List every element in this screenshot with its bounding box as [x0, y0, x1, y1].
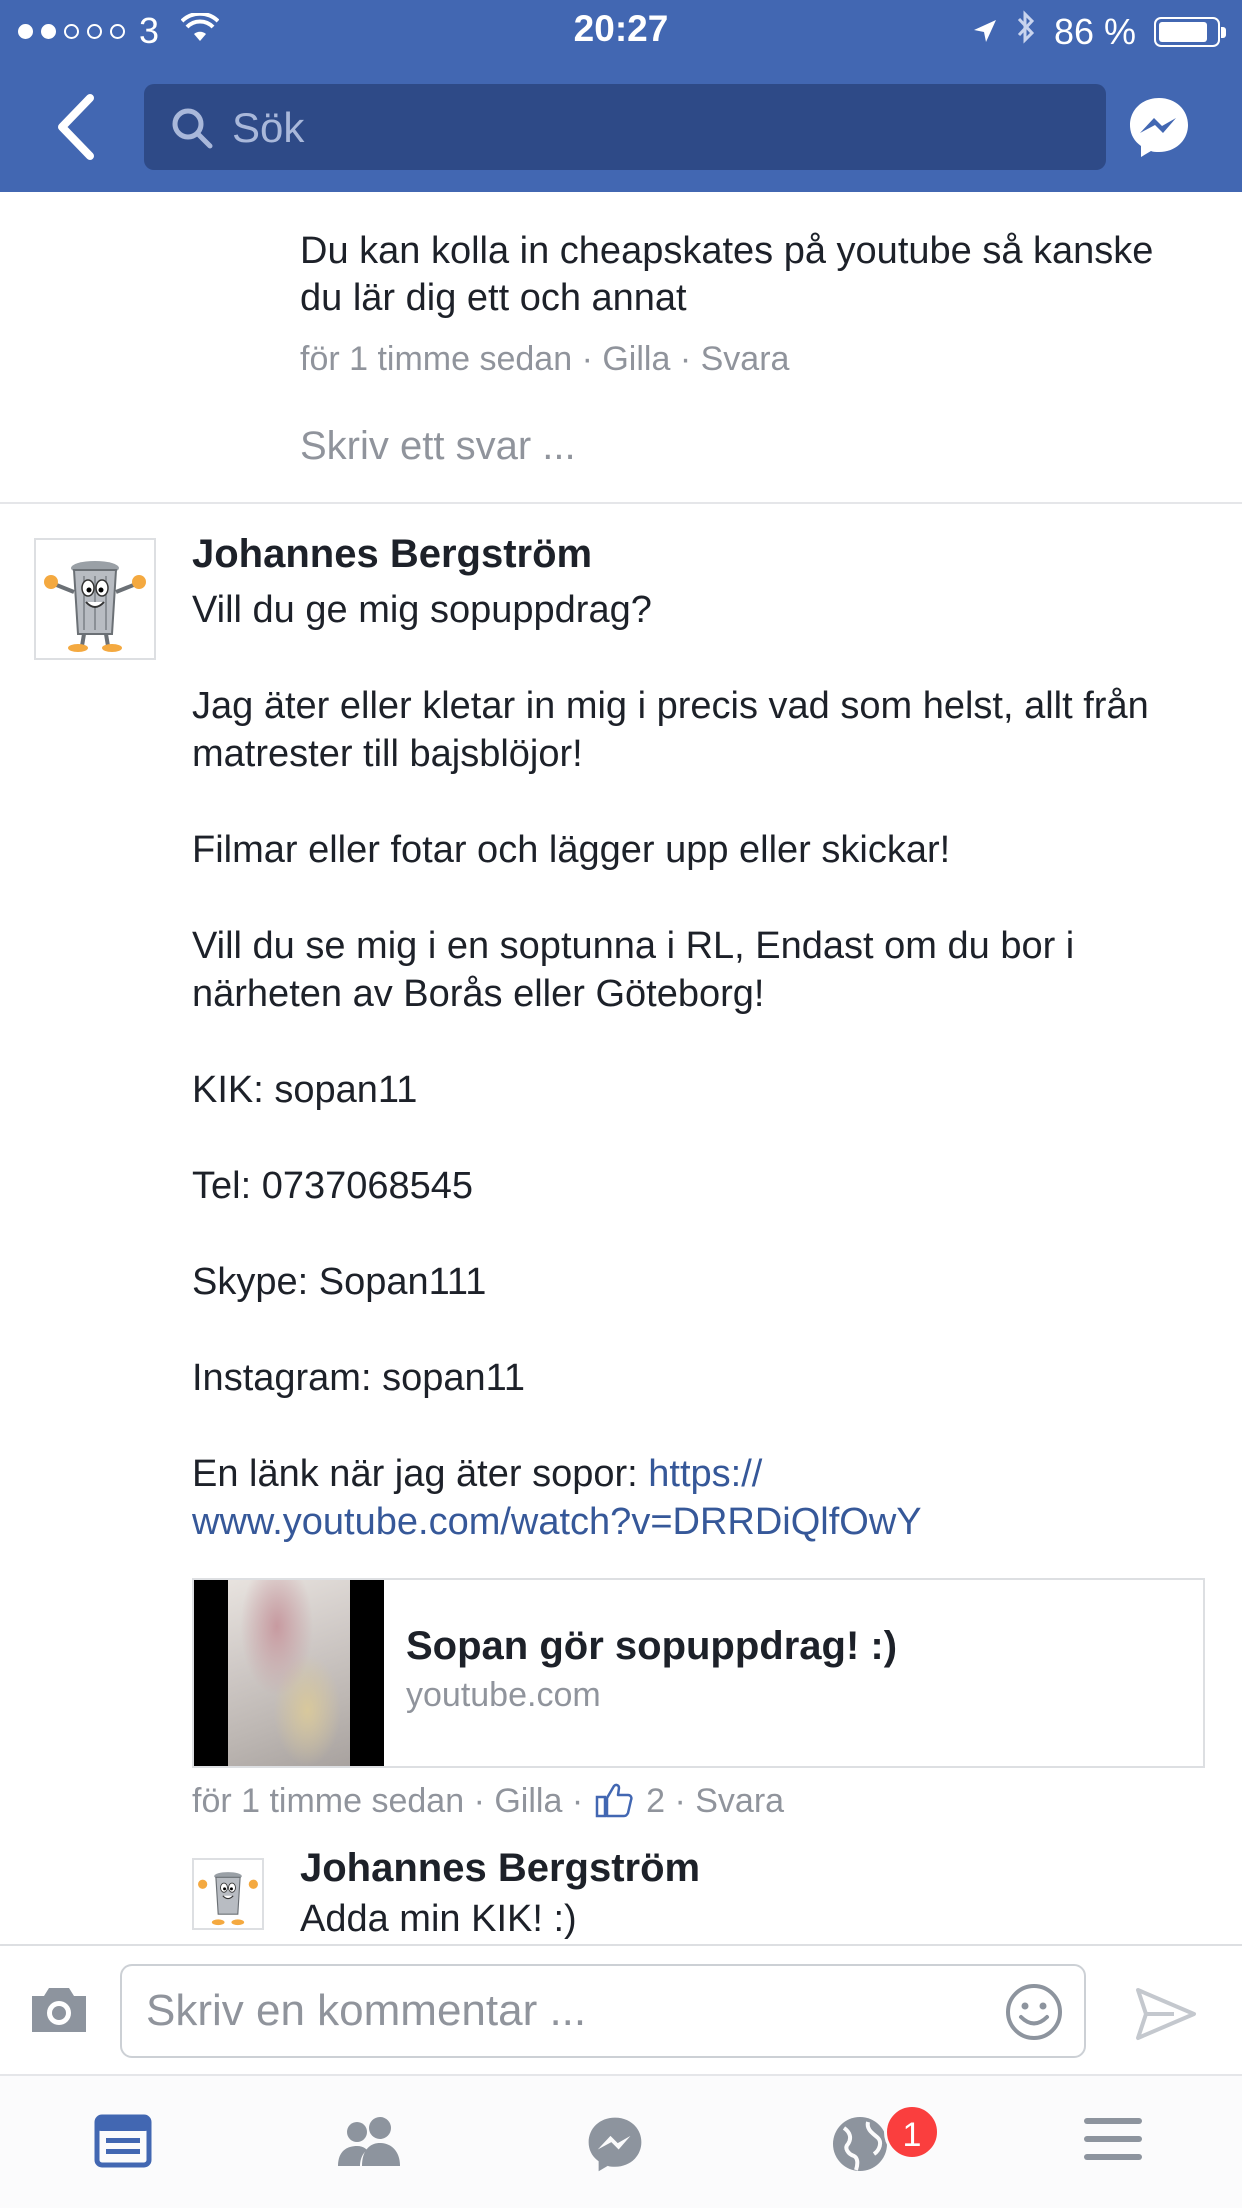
camera-icon: [32, 1988, 86, 2032]
avatar[interactable]: [192, 1858, 264, 1930]
comment-paragraph: Skype: Sopan111: [192, 1261, 487, 1303]
notification-badge: 1: [884, 2104, 940, 2160]
camera-button[interactable]: [28, 1984, 90, 2041]
reply-link[interactable]: Svara: [695, 1782, 784, 1820]
top-bar: 3 20:27 86 % Sök: [0, 0, 1242, 192]
comment-paragraph: Vill du se mig i en soptunna i RL, Endas…: [192, 925, 1075, 1015]
back-button[interactable]: [52, 92, 102, 162]
divider: [0, 502, 1242, 504]
youtube-url-link[interactable]: https://: [648, 1453, 762, 1495]
thumbs-up-icon: [595, 1782, 633, 1827]
send-button[interactable]: [1134, 1986, 1198, 2047]
hamburger-menu-icon: [1084, 2118, 1142, 2160]
video-thumbnail: [194, 1580, 384, 1766]
battery-percent: 86 %: [1053, 10, 1136, 52]
comment-composer: Skriv en kommentar ...: [0, 1944, 1242, 2074]
chevron-left-icon: [58, 94, 94, 160]
battery-icon: [1154, 16, 1226, 47]
globe-icon: [833, 2117, 887, 2171]
comment-paragraph: Jag äter eller kletar in mig i precis va…: [192, 685, 1149, 775]
write-reply-field[interactable]: Skriv ett svar ...: [300, 424, 576, 469]
news-feed-icon: [94, 2114, 152, 2168]
tab-friends[interactable]: [334, 2114, 404, 2173]
messenger-button[interactable]: [1126, 94, 1192, 160]
status-bar: 3 20:27 86 %: [0, 0, 1242, 62]
comment-paragraph: Instagram: sopan11: [192, 1357, 526, 1399]
comments-thread: Du kan kolla in cheapskates på youtube s…: [0, 192, 1242, 1944]
comment-timestamp: för 1 timme sedan: [192, 1782, 465, 1820]
comment-paragraph: Tel: 0737068545: [192, 1165, 474, 1207]
comment-link-paragraph: En länk när jag äter sopor: https:// www.…: [192, 1450, 1222, 1546]
trash-can-mascot-icon: [194, 1860, 262, 1928]
reply-meta: för 1 timme sedan · Gilla · Svara: [300, 340, 790, 378]
emoji-button[interactable]: [1004, 1982, 1064, 2047]
link-preview-domain: youtube.com: [406, 1676, 601, 1714]
youtube-url-link[interactable]: www.youtube.com/watch?v=DRRDiQlfOwY: [192, 1501, 922, 1543]
send-icon: [1136, 1988, 1196, 2040]
tab-bar: 1: [0, 2074, 1242, 2208]
link-intro: En länk när jag äter sopor:: [192, 1453, 649, 1495]
reply-author[interactable]: Johannes Bergström: [300, 1846, 700, 1891]
tab-news-feed[interactable]: [94, 2114, 152, 2173]
tab-notifications[interactable]: [830, 2114, 890, 2179]
messenger-icon: [588, 2117, 642, 2172]
comment-paragraph: Filmar eller fotar och lägger upp eller …: [192, 829, 951, 871]
comment-input[interactable]: Skriv en kommentar ...: [120, 1964, 1086, 2058]
search-placeholder: Sök: [232, 104, 305, 151]
comment-paragraph: KIK: sopan11: [192, 1069, 418, 1111]
search-input[interactable]: Sök: [144, 84, 1106, 170]
link-preview-title: Sopan gör sopuppdrag! :): [406, 1624, 898, 1668]
messenger-icon: [1130, 98, 1188, 157]
comment-text: Vill du ge mig sopuppdrag? Jag äter elle…: [192, 586, 1222, 1546]
friends-icon: [338, 2117, 400, 2166]
trash-can-mascot-icon: [36, 540, 154, 658]
search-icon: [170, 106, 214, 155]
link-preview-card[interactable]: Sopan gör sopuppdrag! :) youtube.com: [192, 1578, 1205, 1768]
comment-author[interactable]: Johannes Bergström: [192, 532, 592, 577]
reply-text: Du kan kolla in cheapskates på youtube s…: [300, 230, 1154, 319]
avatar[interactable]: [34, 538, 156, 660]
comment-paragraph: Vill du ge mig sopuppdrag?: [192, 589, 652, 631]
comment-meta: för 1 timme sedan · Gilla · 2 · Svara: [192, 1782, 784, 1827]
bluetooth-icon: [1016, 10, 1036, 53]
reply-text: Adda min KIK! :): [300, 1898, 577, 1940]
like-link[interactable]: Gilla: [602, 340, 670, 378]
like-link[interactable]: Gilla: [494, 1782, 562, 1820]
smiley-icon: [1006, 1984, 1062, 2040]
tab-menu[interactable]: [1082, 2114, 1144, 2169]
tab-messenger[interactable]: [584, 2114, 646, 2179]
like-count[interactable]: 2: [646, 1782, 665, 1820]
location-arrow-icon: [972, 11, 998, 53]
comment-placeholder: Skriv en kommentar ...: [146, 1986, 587, 2035]
reply-timestamp: för 1 timme sedan: [300, 340, 573, 378]
reply-link[interactable]: Svara: [701, 340, 790, 378]
